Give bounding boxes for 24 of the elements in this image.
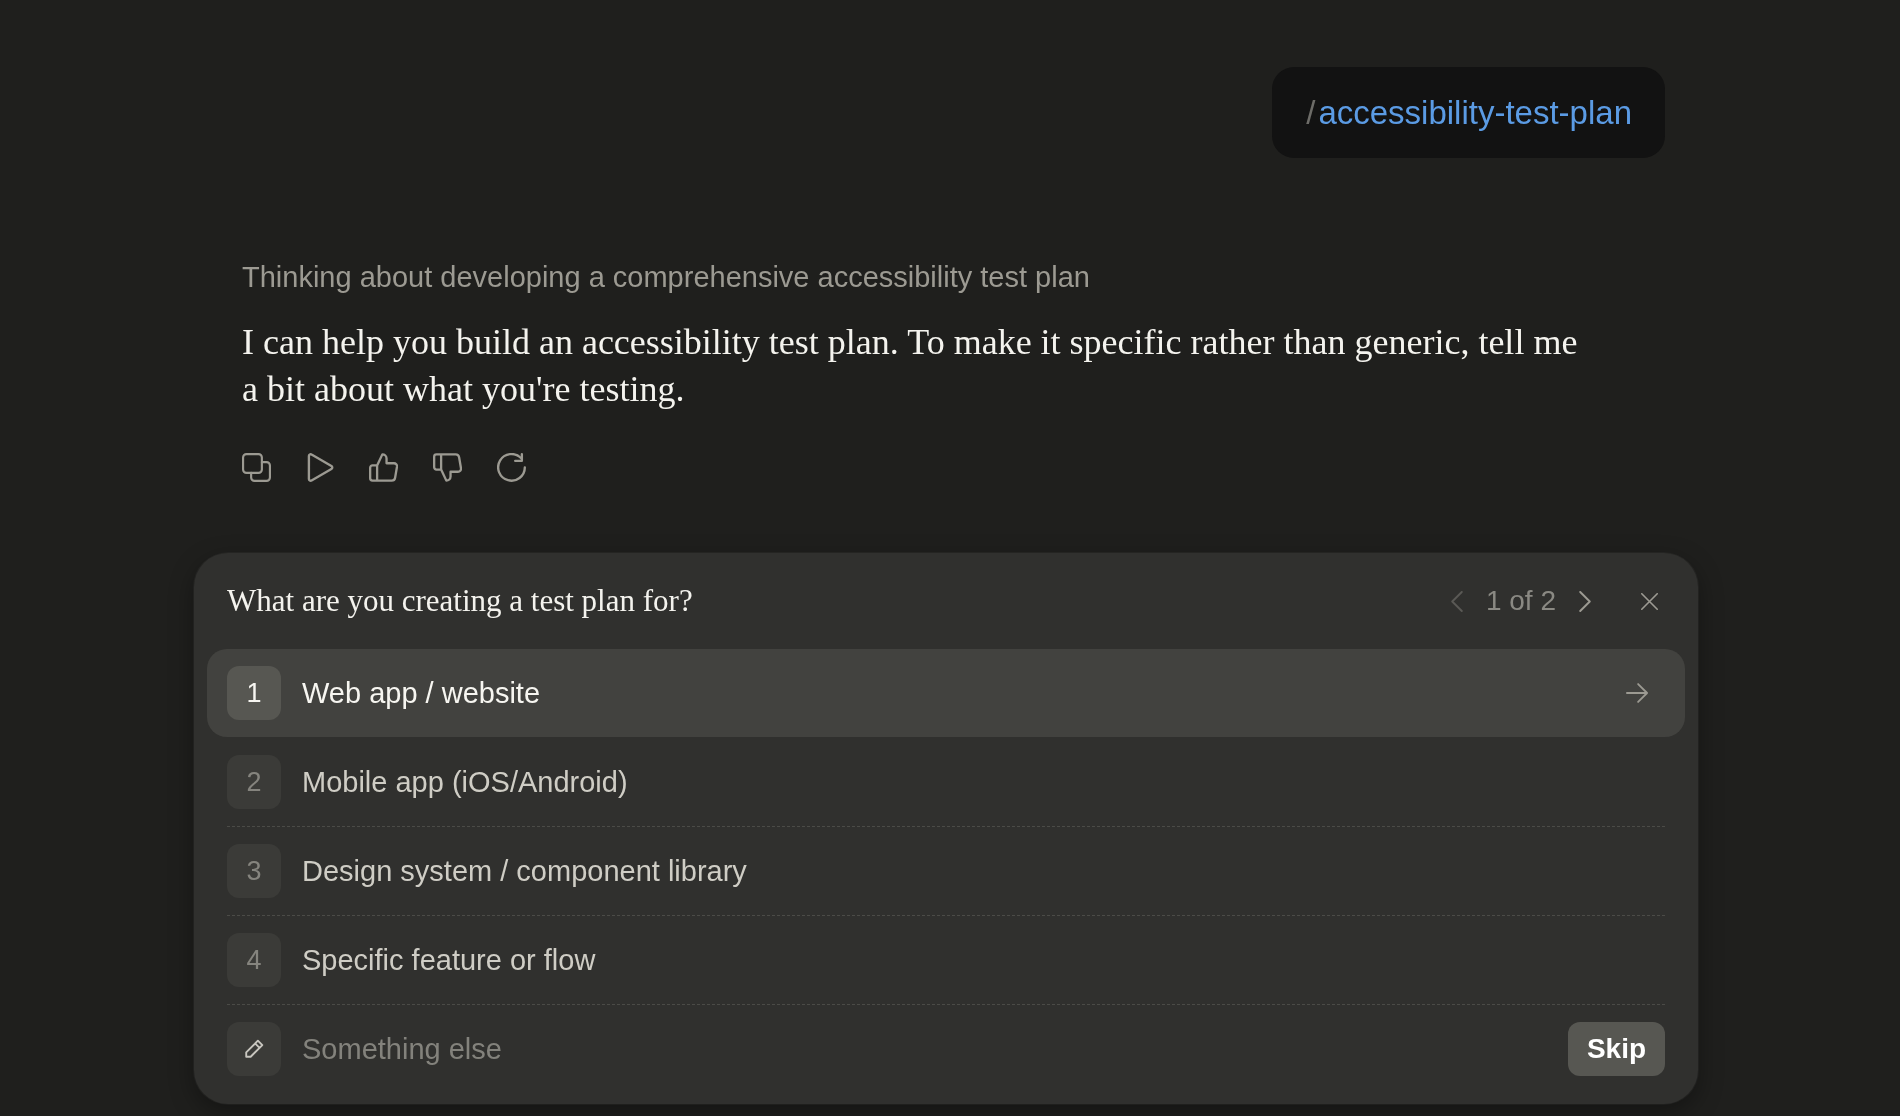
close-icon[interactable] bbox=[1641, 592, 1658, 610]
page-indicator: 1 of 2 bbox=[1485, 584, 1556, 618]
arrow-right-icon bbox=[1626, 683, 1648, 703]
chevron-right-icon[interactable] bbox=[1579, 590, 1591, 612]
play-icon[interactable] bbox=[306, 453, 334, 482]
skip-button[interactable]: Skip bbox=[1568, 1022, 1665, 1076]
option-number: 2 bbox=[227, 755, 281, 809]
option-number: 3 bbox=[227, 844, 281, 898]
response-text: I can help you build an accessibility test plan. To make it specific rather than generic, tell me a bit about what you're testing. bbox=[242, 321, 1579, 411]
option-number: 1 bbox=[227, 666, 281, 720]
thinking-summary: Thinking about developing a comprehensive accessibility test plan bbox=[242, 260, 1090, 295]
pencil-icon bbox=[227, 1022, 281, 1076]
option-button[interactable]: 3 Design system / component library bbox=[207, 827, 1685, 915]
question-title: What are you creating a test plan for? bbox=[227, 583, 694, 619]
option-button[interactable]: 1 Web app / website bbox=[207, 649, 1685, 737]
option-button[interactable]: 4 Specific feature or flow bbox=[207, 916, 1685, 1004]
refresh-icon[interactable] bbox=[497, 453, 526, 482]
option-button[interactable]: 2 Mobile app (iOS/Android) bbox=[207, 738, 1685, 826]
copy-icon[interactable] bbox=[242, 453, 271, 482]
thumbs-down-icon[interactable] bbox=[433, 453, 462, 482]
slash-command: /accessibility-test-plan bbox=[1306, 92, 1632, 133]
input-field[interactable]: Something else bbox=[302, 1026, 1552, 1072]
option-number: 4 bbox=[227, 933, 281, 987]
thumbs-up-icon[interactable] bbox=[369, 453, 398, 482]
